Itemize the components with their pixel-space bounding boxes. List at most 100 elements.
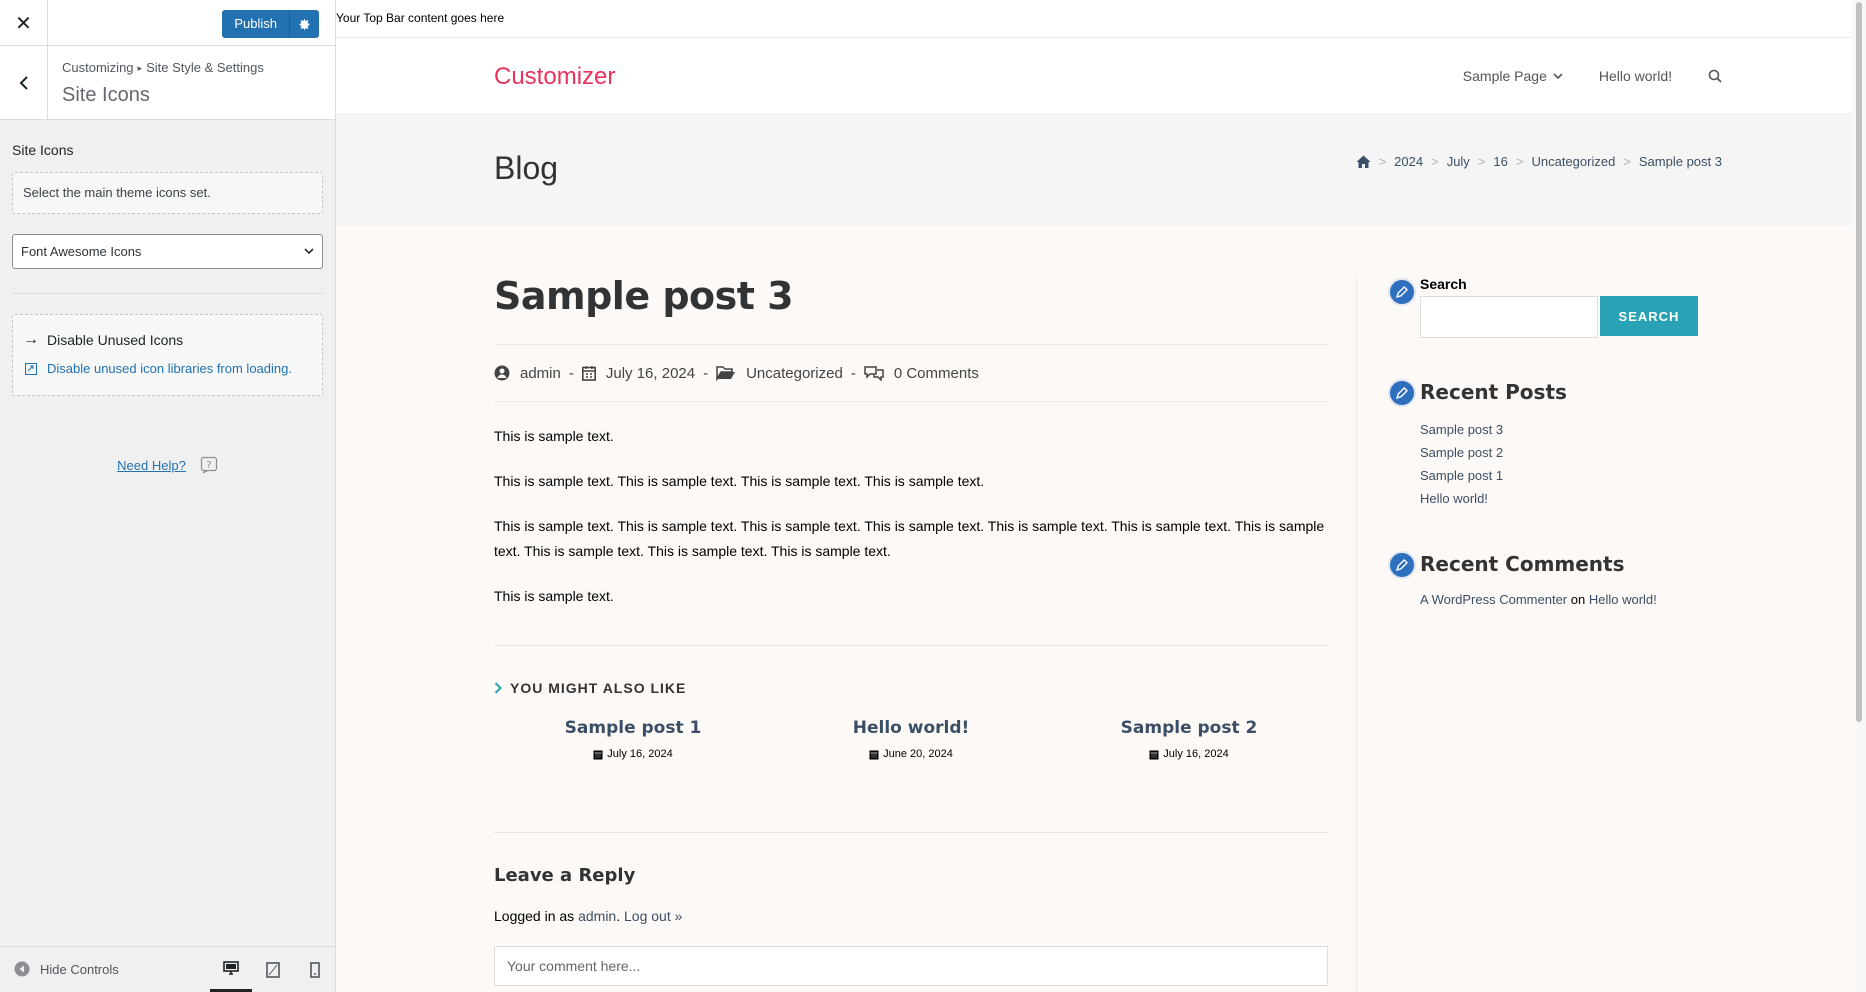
breadcrumb-site-style: Site Style & Settings xyxy=(146,60,264,75)
related-post[interactable]: Sample post 2 July 16, 2024 xyxy=(1050,718,1328,760)
recent-post-link[interactable]: Hello world! xyxy=(1420,487,1700,510)
site-preview: Your Top Bar content goes here Customize… xyxy=(336,0,1852,992)
recent-comment: A WordPress Commenter on Hello world! xyxy=(1420,592,1700,607)
publish-settings-button[interactable] xyxy=(289,10,319,38)
calendar-icon xyxy=(869,750,879,759)
site-title[interactable]: Customizer xyxy=(494,63,615,91)
main-nav: Sample Page Hello world! xyxy=(1427,38,1722,114)
section-header: Customizing ▸ Site Style & Settings Site I… xyxy=(0,46,335,120)
preview-scrollbar[interactable] xyxy=(1852,0,1866,992)
back-button[interactable] xyxy=(0,46,48,120)
breadcrumb-current: Sample post 3 xyxy=(1638,154,1722,169)
svg-text:?: ? xyxy=(206,460,211,471)
recent-post-link[interactable]: Sample post 1 xyxy=(1420,464,1700,487)
recent-comments-title: Recent Comments xyxy=(1420,552,1625,576)
tablet-icon xyxy=(266,962,280,978)
search-input[interactable] xyxy=(1420,296,1598,338)
post-author-name: admin xyxy=(520,364,561,382)
post-comments-text: 0 Comments xyxy=(893,364,979,382)
disable-unused-link-text: Disable unused icon libraries from loadi… xyxy=(47,361,292,376)
recent-posts-title: Recent Posts xyxy=(1420,380,1567,404)
divider xyxy=(494,645,1328,646)
pencil-icon xyxy=(1388,551,1416,579)
breadcrumb-separator: > xyxy=(1431,154,1439,169)
nav-search-button[interactable] xyxy=(1708,69,1722,83)
breadcrumb-separator: > xyxy=(1477,154,1486,169)
need-help-link[interactable]: Need Help? xyxy=(117,458,186,473)
publish-button[interactable]: Publish xyxy=(222,10,289,38)
pencil-icon xyxy=(1388,278,1416,306)
recent-post-link[interactable]: Sample post 3 xyxy=(1420,418,1700,441)
post-author[interactable]: admin xyxy=(494,365,561,382)
comment-textarea[interactable]: Your comment here... xyxy=(494,946,1328,986)
page-title: Blog xyxy=(494,150,559,186)
related-post[interactable]: Hello world! June 20, 2024 xyxy=(772,718,1050,760)
comment-post-link[interactable]: Hello world! xyxy=(1589,592,1657,607)
related-post-title[interactable]: Hello world! xyxy=(772,718,1050,738)
search-icon xyxy=(1708,69,1722,83)
tablet-preview-button[interactable] xyxy=(252,947,294,992)
customizer-footer: Hide Controls xyxy=(0,946,335,992)
breadcrumb-customizing: Customizing xyxy=(62,60,134,75)
comment-author-link[interactable]: A WordPress Commenter xyxy=(1420,592,1567,607)
scrollbar-thumb[interactable] xyxy=(1856,2,1862,722)
related-posts-list: Sample post 1 July 16, 2024 Hello world!… xyxy=(494,718,1328,760)
search-widget-title: Search xyxy=(1420,276,1467,292)
calendar-icon xyxy=(593,750,603,759)
breadcrumb-separator: > xyxy=(1623,154,1631,169)
breadcrumb-day[interactable]: 16 xyxy=(1493,154,1507,169)
post-category[interactable]: Uncategorized xyxy=(716,365,843,382)
hide-controls-button[interactable]: Hide Controls xyxy=(14,961,119,977)
icons-set-select[interactable]: Font Awesome Icons xyxy=(12,234,323,269)
customizer-sidebar: ✕ Publish Customizing ▸ Site Style & Setti… xyxy=(0,0,336,992)
related-post[interactable]: Sample post 1 July 16, 2024 xyxy=(494,718,772,760)
breadcrumb-separator: > xyxy=(1515,154,1524,169)
comment-on-text: on xyxy=(1570,592,1586,607)
logged-in-user-link[interactable]: admin xyxy=(578,908,616,924)
nav-item-sample-page[interactable]: Sample Page xyxy=(1463,68,1563,84)
divider xyxy=(494,832,1328,833)
breadcrumb-month[interactable]: July xyxy=(1447,154,1470,169)
sidebar-divider xyxy=(1356,276,1357,992)
disable-unused-link[interactable]: Disable unused icon libraries from loadi… xyxy=(23,361,312,376)
related-post-title[interactable]: Sample post 1 xyxy=(494,718,772,738)
search-button[interactable]: SEARCH xyxy=(1600,296,1698,336)
mobile-preview-button[interactable] xyxy=(294,947,336,992)
close-customizer-button[interactable]: ✕ xyxy=(0,0,48,46)
close-icon: ✕ xyxy=(15,12,32,35)
logout-link[interactable]: Log out » xyxy=(624,908,682,924)
home-icon[interactable] xyxy=(1356,155,1371,168)
meta-separator: - xyxy=(703,364,709,382)
post-comments[interactable]: 0 Comments xyxy=(864,365,979,382)
post-paragraph: This is sample text. xyxy=(494,428,614,444)
section-title: Site Icons xyxy=(62,84,150,106)
recent-post-link[interactable]: Sample post 2 xyxy=(1420,441,1700,464)
breadcrumb: > 2024 > July > 16 > Uncategorized > Sam… xyxy=(1356,154,1722,169)
breadcrumb-separator: > xyxy=(1378,154,1387,169)
user-icon xyxy=(494,365,510,381)
nav-item-hello-world[interactable]: Hello world! xyxy=(1599,68,1672,84)
desktop-preview-button[interactable] xyxy=(210,947,252,992)
meta-separator: - xyxy=(850,364,856,382)
comments-icon xyxy=(864,366,884,381)
related-post-title[interactable]: Sample post 2 xyxy=(1050,718,1328,738)
customizer-breadcrumb: Customizing ▸ Site Style & Settings xyxy=(62,60,264,75)
arrow-right-icon: → xyxy=(23,331,39,348)
disable-unused-title: → Disable Unused Icons xyxy=(23,315,312,349)
breadcrumb-year[interactable]: 2024 xyxy=(1394,154,1423,169)
folder-open-icon xyxy=(716,366,736,381)
related-post-date: July 16, 2024 xyxy=(494,748,772,760)
control-description: Select the main theme icons set. xyxy=(12,172,323,214)
checkbox-icon xyxy=(25,362,37,375)
chevron-down-icon xyxy=(1553,73,1563,80)
help-icon[interactable]: ? xyxy=(200,456,218,474)
chevron-right-icon xyxy=(494,682,502,694)
related-posts-title: YOU MIGHT ALSO LIKE xyxy=(494,680,1328,696)
nav-item-label: Sample Page xyxy=(1462,68,1547,84)
breadcrumb-category[interactable]: Uncategorized xyxy=(1531,154,1615,169)
related-posts-title-text: YOU MIGHT ALSO LIKE xyxy=(510,680,687,696)
help-row: Need Help? ? xyxy=(12,456,323,474)
calendar-icon xyxy=(1149,750,1159,759)
collapse-icon xyxy=(14,961,30,977)
post-title: Sample post 3 xyxy=(494,274,794,318)
